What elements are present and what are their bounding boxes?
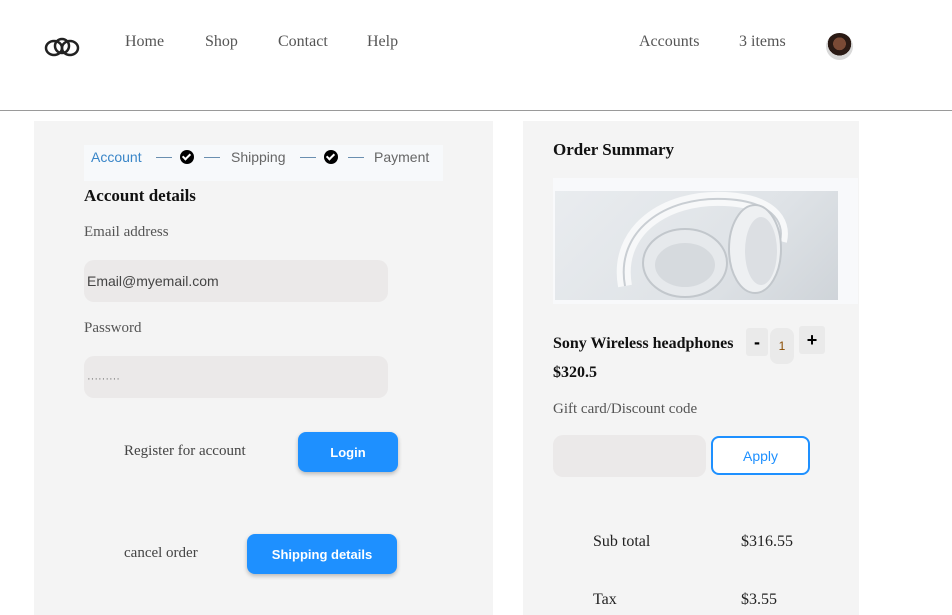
cancel-order-link[interactable]: cancel order [124, 545, 198, 562]
increase-quantity-button[interactable]: + [799, 326, 825, 354]
step-divider [156, 157, 172, 158]
email-label: Email address [84, 224, 169, 240]
tax-value: $3.55 [741, 591, 777, 608]
nav-shop-link[interactable]: Shop [205, 33, 238, 51]
tax-label: Tax [593, 591, 617, 608]
apply-button[interactable]: Apply [711, 436, 810, 475]
quantity-value[interactable]: 1 [770, 328, 794, 364]
decrease-quantity-button[interactable]: - [746, 328, 768, 356]
nav-contact-link[interactable]: Contact [278, 33, 328, 51]
order-summary-title: Order Summary [553, 140, 675, 159]
password-field[interactable]: ········· [84, 356, 388, 398]
subtotal-label: Sub total [593, 533, 651, 550]
top-header: Home Shop Contact Help Accounts 3 items [0, 0, 952, 111]
account-details-title: Account details [84, 186, 196, 205]
user-avatar[interactable] [826, 33, 853, 60]
cart-items-link[interactable]: 3 items [739, 33, 786, 51]
checkout-stepper: Account Shipping Payment [84, 145, 443, 181]
step-divider [300, 157, 316, 158]
step-divider [348, 157, 364, 158]
product-name: Sony Wireless headphones [553, 335, 734, 352]
product-price: $320.5 [553, 364, 597, 381]
check-circle-icon [324, 150, 338, 164]
shipping-details-button[interactable]: Shipping details [247, 534, 397, 574]
register-link[interactable]: Register for account [124, 443, 246, 460]
discount-label: Gift card/Discount code [553, 401, 698, 417]
step-shipping[interactable]: Shipping [231, 149, 286, 165]
check-circle-icon [180, 150, 194, 164]
password-label: Password [84, 320, 142, 336]
product-image [553, 178, 858, 304]
accounts-link[interactable]: Accounts [639, 33, 699, 51]
brand-logo-icon[interactable] [44, 34, 80, 62]
discount-code-input[interactable] [553, 435, 706, 477]
email-field[interactable]: Email@myemail.com [84, 260, 388, 302]
step-account[interactable]: Account [91, 149, 142, 165]
login-button[interactable]: Login [298, 432, 398, 472]
step-payment[interactable]: Payment [374, 149, 429, 165]
headphones-icon [616, 191, 788, 298]
nav-help-link[interactable]: Help [367, 33, 398, 51]
nav-home-link[interactable]: Home [125, 33, 164, 51]
subtotal-value: $316.55 [741, 533, 793, 550]
step-divider [204, 157, 220, 158]
